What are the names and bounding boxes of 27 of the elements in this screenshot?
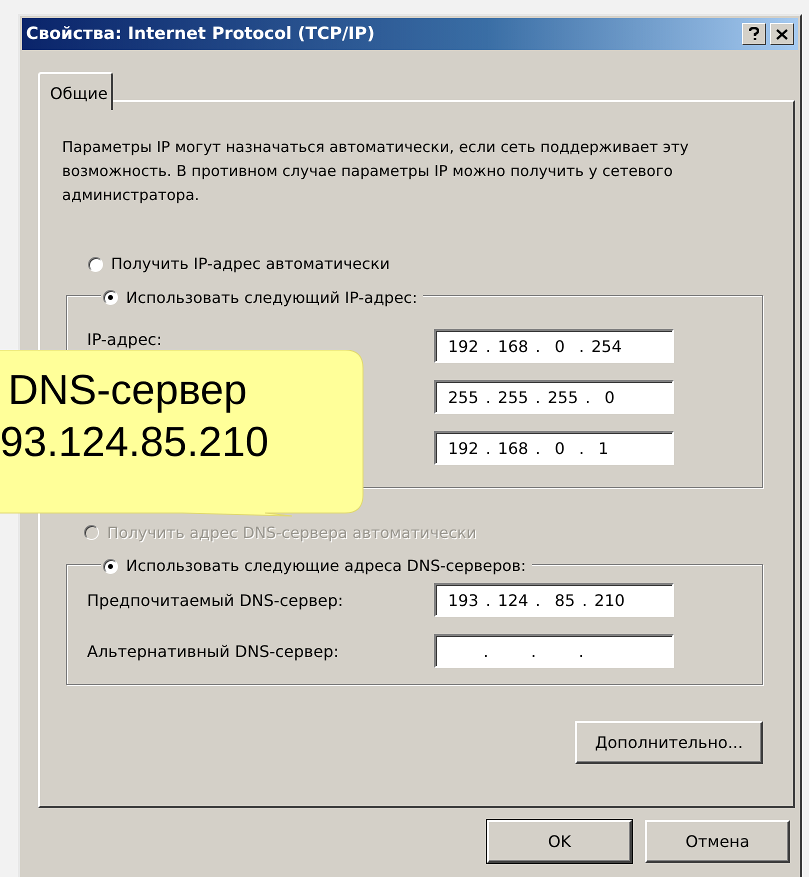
radio-button[interactable] — [103, 290, 118, 305]
radio-label: Получить адрес DNS-сервера автоматически — [107, 524, 476, 542]
close-icon — [776, 28, 788, 40]
field-label: Предпочитаемый DNS-сервер: — [87, 590, 344, 610]
field-label: IP-адрес: — [87, 330, 163, 349]
description-text: Параметры IP могут назначаться автоматически, если сеть поддерживает эту возможность. В противном случае параметры IP можно получить у сетевого администратора. — [62, 137, 690, 206]
ip-address-field[interactable]: 193 . 124 . 85 . 210 — [434, 583, 674, 617]
ip-address-field[interactable]: 255 . 255 . 255 . 0 — [434, 380, 674, 414]
ok-button[interactable]: OK — [487, 820, 632, 863]
radio-button[interactable] — [103, 558, 118, 574]
window-title: Свойства: Internet Protocol (TCP/IP) — [26, 24, 376, 44]
close-button[interactable] — [770, 23, 794, 45]
ip-address-field[interactable]: 192 . 168 . 0 . 254 — [434, 328, 674, 362]
radio-label: Получить IP-адрес автоматически — [111, 255, 390, 273]
radio-button[interactable] — [88, 256, 103, 272]
cancel-button[interactable]: Отмена — [645, 820, 790, 863]
help-button[interactable] — [742, 23, 766, 45]
radio-label: Использовать следующие адреса DNS-серверов: — [126, 557, 526, 575]
radio-label: Использовать следующий IP-адрес: — [126, 288, 418, 306]
question-mark-icon — [749, 27, 759, 41]
callout-text: DNS-сервер — [8, 365, 248, 415]
callout-text: 93.124.85.210 — [0, 417, 270, 467]
ip-address-field[interactable]: . . . — [434, 634, 674, 668]
advanced-button[interactable]: Дополнительно... — [575, 721, 763, 764]
field-label: Альтернативный DNS-сервер: — [87, 642, 340, 660]
ip-address-field[interactable]: 192 . 168 . 0 . 1 — [434, 430, 674, 464]
tab[interactable]: Общие — [38, 72, 113, 110]
